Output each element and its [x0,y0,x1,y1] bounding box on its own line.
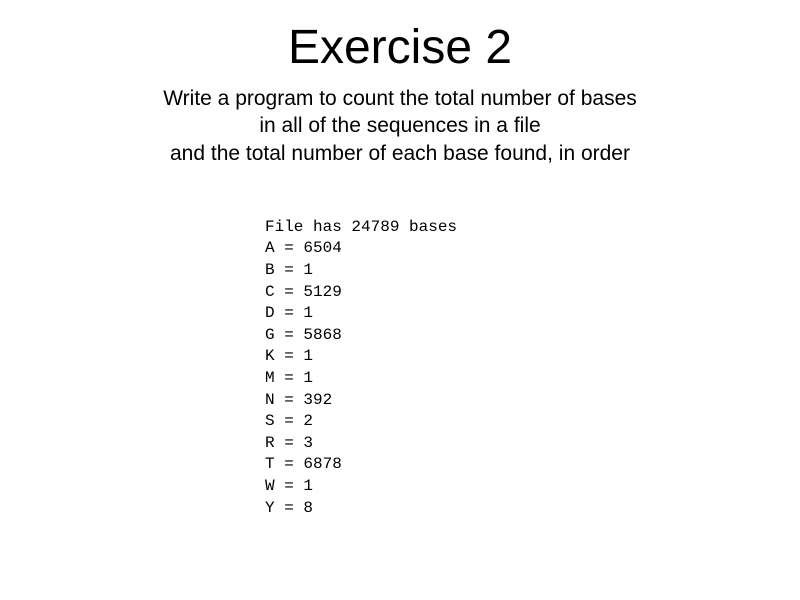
slide-description: Write a program to count the total numbe… [0,85,800,167]
description-line-3: and the total number of each base found,… [170,142,630,165]
code-output: File has 24789 bases A = 6504 B = 1 C = … [265,217,800,519]
description-line-2: in all of the sequences in a file [259,114,540,137]
slide-title: Exercise 2 [0,20,800,75]
description-line-1: Write a program to count the total numbe… [163,87,637,110]
slide-container: Exercise 2 Write a program to count the … [0,0,800,519]
